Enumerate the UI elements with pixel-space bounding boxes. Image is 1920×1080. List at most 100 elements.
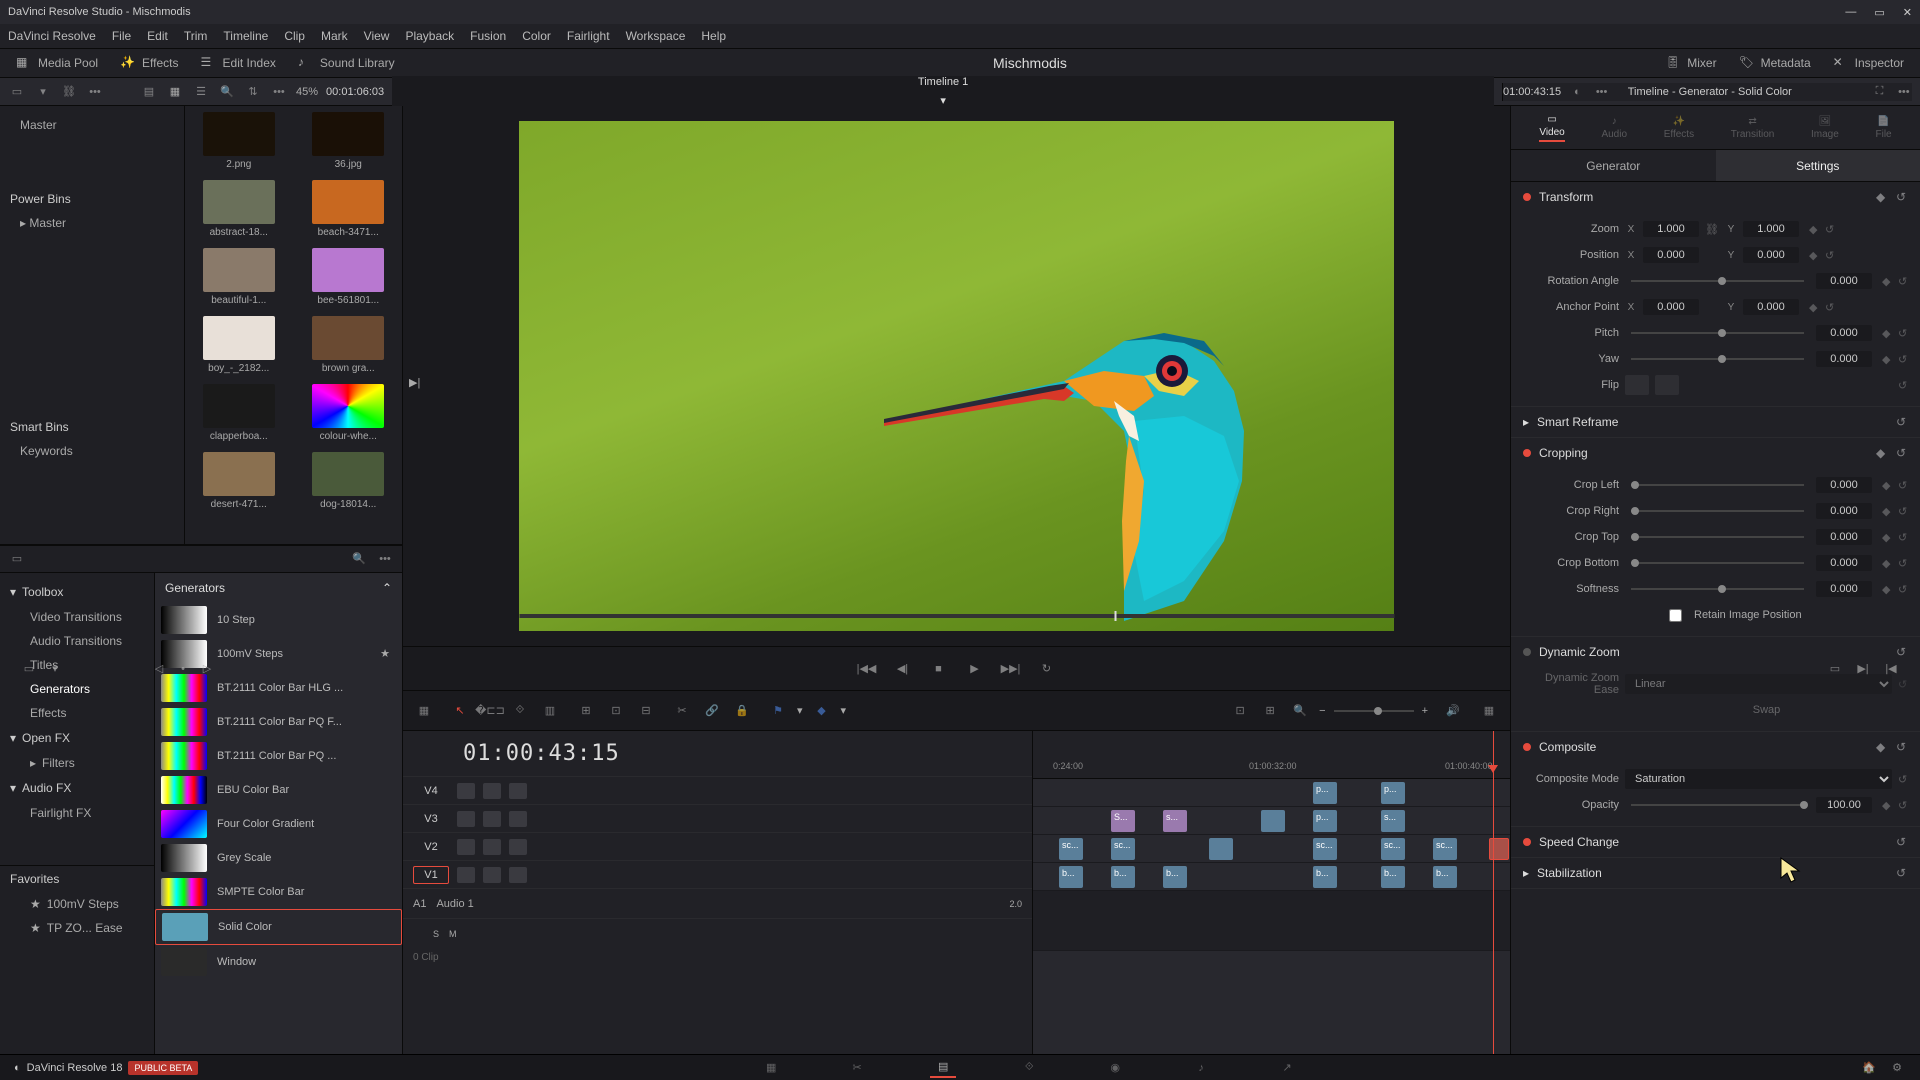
filters-item[interactable]: ▸ Filters xyxy=(0,751,154,775)
more-icon[interactable]: ••• xyxy=(86,83,104,101)
disable-icon[interactable] xyxy=(509,839,527,855)
timeline-clip[interactable]: b... xyxy=(1163,866,1187,888)
overwrite-icon[interactable]: ⊡ xyxy=(605,700,627,722)
fx-search-icon[interactable]: 🔍 xyxy=(350,550,368,568)
generator-item[interactable]: SMPTE Color Bar xyxy=(155,875,402,909)
next-edit-icon[interactable]: ▷ xyxy=(198,660,216,678)
minimize-button[interactable]: — xyxy=(1845,6,1856,19)
generator-tab[interactable]: Generator xyxy=(1511,150,1716,181)
lock-icon[interactable] xyxy=(457,867,475,883)
timeline-clip[interactable]: s... xyxy=(1163,810,1187,832)
generator-item[interactable]: BT.2111 Color Bar PQ F... xyxy=(155,705,402,739)
generator-item[interactable]: Solid Color xyxy=(155,909,402,945)
inspector-tab-file[interactable]: 📄File xyxy=(1876,116,1892,140)
inspector-tab-image[interactable]: 🖼Image xyxy=(1811,116,1839,140)
anchor-y-input[interactable]: 0.000 xyxy=(1743,299,1799,315)
toolbox-header[interactable]: ▾ Toolbox xyxy=(0,579,154,605)
smart-reframe-header[interactable]: ▸Smart Reframe↺ xyxy=(1511,407,1920,437)
cropping-header[interactable]: Cropping◆↺ xyxy=(1511,438,1920,468)
opacity-input[interactable]: 100.00 xyxy=(1816,797,1872,813)
flip-h-button[interactable] xyxy=(1625,375,1649,395)
menu-timeline[interactable]: Timeline xyxy=(223,29,268,43)
generator-item[interactable]: Four Color Gradient xyxy=(155,807,402,841)
audio-track[interactable] xyxy=(1033,891,1510,951)
timeline-clip[interactable]: sc... xyxy=(1433,838,1457,860)
inspector-tab-video[interactable]: ▭Video xyxy=(1539,114,1564,142)
home-icon[interactable]: 🏠 xyxy=(1860,1059,1878,1077)
timeline-clip[interactable]: p... xyxy=(1381,782,1405,804)
timeline-clip[interactable]: p... xyxy=(1313,782,1337,804)
softness-slider[interactable] xyxy=(1631,588,1804,590)
keywords-bin[interactable]: Keywords xyxy=(0,440,184,462)
viewer[interactable]: ▶| xyxy=(403,106,1510,646)
viewer-zoom[interactable]: 45% xyxy=(296,86,318,98)
maximize-button[interactable]: ▭ xyxy=(1874,6,1884,19)
link-clips-icon[interactable]: 🔗 xyxy=(701,700,723,722)
menu-davinci-resolve[interactable]: DaVinci Resolve xyxy=(8,29,96,43)
menu-fusion[interactable]: Fusion xyxy=(470,29,506,43)
flag-icon[interactable]: ⚑ xyxy=(767,700,789,722)
bin-view-icon[interactable]: ▭ xyxy=(8,83,26,101)
yaw-slider[interactable] xyxy=(1631,358,1804,360)
audio-track-selector[interactable]: A1 xyxy=(413,898,426,910)
timeline-view-icon[interactable]: ▦ xyxy=(413,700,435,722)
stop-icon[interactable]: ■ xyxy=(929,659,949,679)
favorite-item[interactable]: ★ 100mV Steps xyxy=(0,892,154,916)
favorite-item[interactable]: ★ TP ZO... Ease xyxy=(0,916,154,940)
selection-tool-icon[interactable]: ↖ xyxy=(449,700,471,722)
go-end-icon[interactable]: ▶▶| xyxy=(1001,659,1021,679)
rotation-input[interactable]: 0.000 xyxy=(1816,273,1872,289)
edit-page-icon[interactable]: ▤ xyxy=(930,1058,956,1078)
play-forward-icon[interactable]: ▶| xyxy=(409,376,420,389)
track-selector[interactable]: V2 xyxy=(413,839,449,855)
replace-icon[interactable]: ⊟ xyxy=(635,700,657,722)
media-thumb[interactable]: dog-18014... xyxy=(301,452,397,510)
audiofx-header[interactable]: ▾ Audio FX xyxy=(0,775,154,801)
master-bin[interactable]: Master xyxy=(0,114,184,136)
video-track[interactable]: b...b...b...b...b...b...bo...St...cla... xyxy=(1033,863,1510,891)
media-thumb[interactable]: desert-471... xyxy=(191,452,287,510)
timeline-clip[interactable]: sc... xyxy=(1313,838,1337,860)
zoom-custom-icon[interactable]: 🔍 xyxy=(1289,700,1311,722)
timeline-clip[interactable]: b... xyxy=(1111,866,1135,888)
timeline-ruler[interactable]: 0:24:0001:00:32:0001:00:40:0001:00:48:00… xyxy=(1033,731,1510,779)
search-icon[interactable]: 🔍 xyxy=(218,83,236,101)
timeline-clip[interactable]: sc... xyxy=(1059,838,1083,860)
timeline-clip[interactable]: S... xyxy=(1111,810,1135,832)
cut-page-icon[interactable]: ✂ xyxy=(844,1058,870,1078)
generator-item[interactable]: EBU Color Bar xyxy=(155,773,402,807)
settings-tab[interactable]: Settings xyxy=(1716,150,1920,181)
menu-workspace[interactable]: Workspace xyxy=(626,29,686,43)
zoom-full-icon[interactable]: ⊡ xyxy=(1229,700,1251,722)
dot-icon[interactable]: • xyxy=(174,660,192,678)
go-start-icon[interactable]: |◀◀ xyxy=(857,659,877,679)
insert-icon[interactable]: ⊞ xyxy=(575,700,597,722)
link-icon[interactable]: ⛓ xyxy=(60,83,78,101)
media-thumb[interactable]: abstract-18... xyxy=(191,180,287,238)
zoom-in-icon[interactable]: + xyxy=(1422,705,1428,717)
pitch-input[interactable]: 0.000 xyxy=(1816,325,1872,341)
crop-top-input[interactable]: 0.000 xyxy=(1816,529,1872,545)
yaw-input[interactable]: 0.000 xyxy=(1816,351,1872,367)
auto-select-icon[interactable] xyxy=(483,783,501,799)
menu-trim[interactable]: Trim xyxy=(184,29,208,43)
composite-header[interactable]: Composite◆↺ xyxy=(1511,732,1920,762)
timeline-clip[interactable]: b... xyxy=(1313,866,1337,888)
auto-select-icon[interactable] xyxy=(483,839,501,855)
fairlightfx-item[interactable]: Fairlight FX xyxy=(0,801,154,825)
deliver-page-icon[interactable]: ↗ xyxy=(1274,1058,1300,1078)
blade-tool-icon[interactable]: ▥ xyxy=(539,700,561,722)
disable-icon[interactable] xyxy=(509,783,527,799)
media-pool-button[interactable]: ▦Media Pool xyxy=(10,52,104,74)
more3-icon[interactable]: ••• xyxy=(1593,83,1609,101)
menu-file[interactable]: File xyxy=(112,29,131,43)
power-master-bin[interactable]: ▸ Master xyxy=(0,212,184,234)
fx-tree-item[interactable]: Effects xyxy=(0,701,154,725)
zoom-y-input[interactable]: 1.000 xyxy=(1743,221,1799,237)
collapse-icon[interactable]: ⌃ xyxy=(382,581,392,595)
close-button[interactable]: ✕ xyxy=(1903,6,1912,19)
edit-index-button[interactable]: ☰Edit Index xyxy=(195,52,282,74)
timeline-name[interactable]: Timeline 1 xyxy=(918,76,968,88)
metadata-button[interactable]: 🏷Metadata xyxy=(1733,52,1817,74)
timeline-opts-icon[interactable]: ▦ xyxy=(1478,700,1500,722)
